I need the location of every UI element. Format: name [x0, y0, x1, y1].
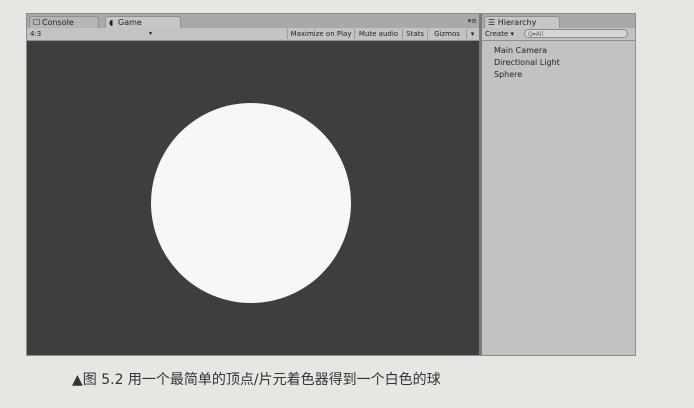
hierarchy-list: Main Camera Directional Light Sphere [494, 45, 560, 81]
hierarchy-toolbar: Create ▾ Q▾All [482, 28, 635, 41]
mute-audio-button[interactable]: Mute audio [354, 29, 402, 39]
unity-editor-screenshot: ☐ Console ◖ Game ▾≡ 4:3 ▾ Maximize on Play… [26, 13, 636, 356]
tab-console-label: Console [42, 18, 74, 27]
maximize-on-play-button[interactable]: Maximize on Play [287, 29, 354, 39]
game-viewport[interactable] [27, 41, 479, 355]
gizmos-button[interactable]: Gizmos [427, 29, 466, 39]
hierarchy-item-main-camera[interactable]: Main Camera [494, 45, 560, 57]
game-panel: ☐ Console ◖ Game ▾≡ 4:3 ▾ Maximize on Play… [27, 14, 479, 355]
aspect-value: 4:3 [30, 30, 42, 38]
tab-hierarchy-label: Hierarchy [497, 18, 537, 27]
hierarchy-search-input[interactable]: Q▾All [524, 29, 628, 38]
white-sphere [151, 103, 351, 303]
tab-hierarchy[interactable]: ☰ Hierarchy [484, 16, 560, 28]
tab-game-label: Game [118, 18, 142, 27]
create-button[interactable]: Create ▾ [485, 29, 518, 39]
hierarchy-icon: ☰ [488, 18, 498, 27]
chevron-down-icon: ▾ [148, 30, 152, 37]
hierarchy-tabbar: ☰ Hierarchy [482, 14, 635, 28]
hierarchy-panel: ☰ Hierarchy Create ▾ Q▾All Main Camera D… [482, 14, 635, 355]
create-label: Create [485, 30, 509, 38]
game-tabbar: ☐ Console ◖ Game ▾≡ [27, 14, 479, 28]
hierarchy-item-directional-light[interactable]: Directional Light [494, 57, 560, 69]
tab-console[interactable]: ☐ Console [29, 16, 99, 28]
gizmos-dropdown-icon[interactable]: ▾ [466, 29, 478, 39]
tab-game[interactable]: ◖ Game [105, 16, 181, 28]
chevron-down-icon: ▾ [510, 30, 515, 38]
aspect-dropdown[interactable]: 4:3 ▾ [30, 29, 152, 39]
panel-menu-icon[interactable]: ▾≡ [468, 17, 477, 25]
figure-caption: ▲图 5.2 用一个最简单的顶点/片元着色器得到一个白色的球 [72, 372, 441, 388]
game-toolbar: 4:3 ▾ Maximize on Play Mute audio Stats … [27, 28, 479, 41]
hierarchy-item-sphere[interactable]: Sphere [494, 69, 560, 81]
stats-button[interactable]: Stats [402, 29, 427, 39]
